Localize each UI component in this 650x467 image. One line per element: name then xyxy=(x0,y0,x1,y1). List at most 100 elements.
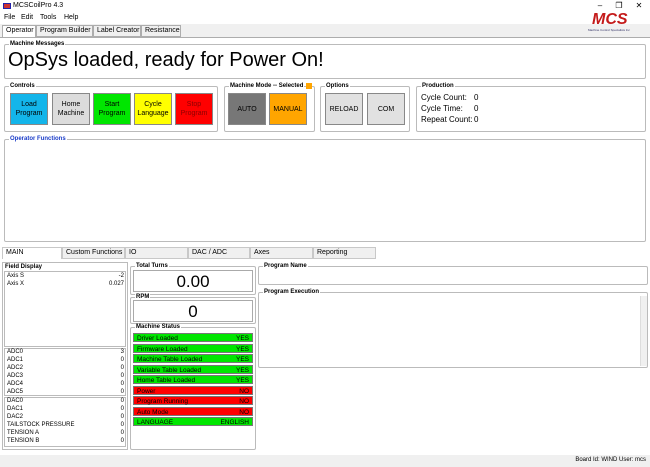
field-name: ADC5 xyxy=(7,389,24,395)
field-name: DAC0 xyxy=(7,398,24,404)
status-value: YES xyxy=(235,345,249,353)
field-value: 0 xyxy=(120,430,124,436)
status-row: Machine Table Loaded YES xyxy=(133,354,253,363)
manual-mode-button[interactable]: MANUAL xyxy=(269,93,307,125)
app-icon xyxy=(3,3,11,9)
selected-indicator xyxy=(306,83,312,89)
stop-program-button[interactable]: Stop Program xyxy=(175,93,213,125)
status-text: Board Id: WIND User: mcs xyxy=(575,457,646,463)
cycle-count-label: Cycle Count: xyxy=(421,93,467,102)
adc-row: ADC3 0 xyxy=(7,373,124,380)
mcs-logo: MCS Machine Control Specialists Inc xyxy=(588,11,638,33)
repeat-count-value: 0 xyxy=(474,115,479,124)
start-program-button[interactable]: Start Program xyxy=(93,93,131,125)
status-bar: Board Id: WIND User: mcs xyxy=(0,455,650,467)
load-program-button[interactable]: Load Program xyxy=(10,93,48,125)
total-turns-value: 0.00 xyxy=(133,270,253,292)
status-row: Home Table Loaded YES xyxy=(133,375,253,384)
cycle-time-label: Cycle Time: xyxy=(421,104,463,113)
dac-row: DAC0 0 xyxy=(7,398,124,405)
field-name: TENSION B xyxy=(7,438,40,444)
status-value: ENGLISH xyxy=(220,419,249,426)
options-label: Options xyxy=(325,83,350,90)
tab-axes[interactable]: Axes xyxy=(250,247,313,259)
machine-mode-title: Machine Mode xyxy=(230,83,272,89)
title-bar: MCSCoilPro 4.3 – ❐ ✕ xyxy=(0,0,650,12)
field-name: ADC3 xyxy=(7,373,24,379)
machine-messages-label: Machine Messages xyxy=(9,41,66,48)
tab-main[interactable]: MAIN xyxy=(2,247,62,259)
status-row: Auto Mode NO xyxy=(133,406,253,416)
adc-row: ADC0 3 xyxy=(7,349,124,356)
axis-row: Axis X 0.027 xyxy=(7,281,124,288)
program-execution-group: Program Execution xyxy=(258,289,648,368)
field-name: DAC1 xyxy=(7,406,24,412)
machine-message-text: OpSys loaded, ready for Power On! xyxy=(8,49,324,71)
menu-bar: File Edit Tools Help xyxy=(0,12,650,24)
field-value: 3 xyxy=(120,349,124,355)
status-name: Machine Table Loaded xyxy=(137,356,203,363)
menu-help[interactable]: Help xyxy=(64,14,78,21)
field-value: 0 xyxy=(120,373,124,379)
field-value: 0 xyxy=(120,398,124,404)
menu-file[interactable]: File xyxy=(4,14,15,21)
field-value: 0 xyxy=(120,389,124,395)
status-value: YES xyxy=(235,377,249,384)
auto-mode-button[interactable]: AUTO xyxy=(228,93,266,125)
machine-mode-selected-label: Selected xyxy=(278,83,304,89)
field-name: ADC2 xyxy=(7,365,24,371)
status-row: Driver Loaded YES xyxy=(133,333,253,342)
status-name: Firmware Loaded xyxy=(137,345,188,353)
program-name-group: Program Name xyxy=(258,263,648,285)
dac-row: TENSION A 0 xyxy=(7,430,124,437)
status-value: NO xyxy=(239,387,249,395)
field-value: 0 xyxy=(120,438,124,444)
status-name: LANGUAGE xyxy=(137,419,174,426)
status-value: YES xyxy=(235,356,249,363)
status-value: YES xyxy=(235,366,249,374)
operator-functions-label: Operator Functions xyxy=(9,136,67,143)
reload-button[interactable]: RELOAD xyxy=(325,93,363,125)
operator-functions-group: Operator Functions xyxy=(4,136,646,242)
program-execution-scrollbar[interactable] xyxy=(640,296,647,366)
production-label: Production xyxy=(421,83,455,90)
dac-row: TAILSTOCK PRESSURE 0 xyxy=(7,422,124,429)
total-turns-label: Total Turns xyxy=(135,263,169,270)
cycle-language-button[interactable]: Cycle Language xyxy=(134,93,172,125)
tab-reporting[interactable]: Reporting xyxy=(313,247,376,259)
main-tabbar: Operator Program Builder Label Creator R… xyxy=(0,25,400,38)
rpm-value: 0 xyxy=(133,300,253,322)
status-name: Driver Loaded xyxy=(137,335,178,342)
field-display-label: Field Display xyxy=(5,264,43,270)
adc-row: ADC4 0 xyxy=(7,381,124,388)
status-row: LANGUAGE ENGLISH xyxy=(133,417,253,426)
program-name-label: Program Name xyxy=(263,263,308,270)
cycle-time-value: 0 xyxy=(474,104,479,113)
status-name: Home Table Loaded xyxy=(137,377,196,384)
field-value: 0 xyxy=(120,414,124,420)
menu-edit[interactable]: Edit xyxy=(21,14,33,21)
adc-row: ADC1 0 xyxy=(7,357,124,364)
field-value: 0 xyxy=(120,422,124,428)
tab-dac-adc[interactable]: DAC / ADC xyxy=(188,247,250,259)
field-name: DAC2 xyxy=(7,414,24,420)
com-button[interactable]: COM xyxy=(367,93,405,125)
tab-program-builder[interactable]: Program Builder xyxy=(36,25,93,37)
menu-tools[interactable]: Tools xyxy=(40,14,56,21)
program-execution-label: Program Execution xyxy=(263,289,321,296)
dac-row: TENSION B 0 xyxy=(7,438,124,445)
machine-status-label: Machine Status xyxy=(135,324,182,331)
status-row: Power NO xyxy=(133,385,253,395)
tab-custom-functions[interactable]: Custom Functions xyxy=(62,247,125,259)
home-machine-button[interactable]: Home Machine xyxy=(52,93,90,125)
tab-label-creator[interactable]: Label Creator xyxy=(93,25,141,37)
status-name: Auto Mode xyxy=(137,408,169,416)
status-name: Program Running xyxy=(137,398,188,405)
controls-label: Controls xyxy=(9,83,36,90)
status-row: Variable Table Loaded YES xyxy=(133,364,253,374)
tab-resistance[interactable]: Resistance xyxy=(141,25,181,37)
field-name: ADC0 xyxy=(7,349,24,355)
status-row: Program Running NO xyxy=(133,396,253,405)
field-value: 0 xyxy=(120,365,124,371)
tab-io[interactable]: IO xyxy=(125,247,188,259)
